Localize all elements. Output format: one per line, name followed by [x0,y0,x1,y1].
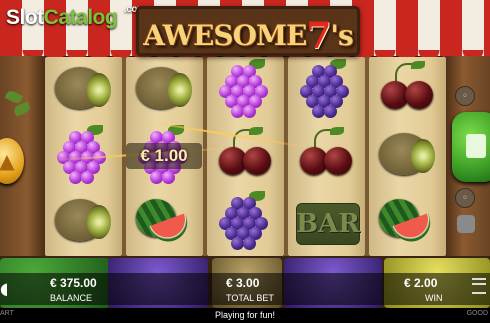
bar-symbol-label: BAR [296,203,360,245]
stop-icon[interactable] [457,215,475,233]
sound-icon[interactable]: ◖ [0,279,8,298]
win-value: € 2.00 [404,276,438,290]
balance-value: € 375.00 [50,276,97,290]
game-screen: ▲ ◦ ◦ BAR € 1.00 SlotCatalog .com AWESOME… [0,0,490,323]
status-message: Playing for fun! [214,310,276,320]
status-right-text: GOOD [466,310,488,317]
watermelon-symbol [134,193,194,249]
menu-icon[interactable] [472,278,486,294]
kiwi-symbol [53,61,113,117]
bar-symbol: BAR [296,193,360,249]
balance-label: BALANCE [50,293,93,303]
purple-grapes-symbol [215,59,275,118]
turbo-icon[interactable]: ◦ [455,188,475,208]
win-amount-label: € 1.00 [126,143,202,169]
dark-grapes-symbol [296,59,356,118]
total-bet-value[interactable]: € 3.00 [226,276,259,290]
game-title-board: AWESOME7's [136,6,360,57]
autoplay-icon[interactable]: ◦ [455,86,475,106]
total-bet-label: TOTAL BET [226,293,274,303]
watermark-logo: SlotCatalog .com [6,4,146,29]
kiwi-symbol [134,61,194,117]
kiwi-symbol [53,193,113,249]
kiwi-symbol [377,127,437,183]
watermelon-symbol [377,193,437,249]
dark-grapes-symbol [215,191,275,250]
cherries-symbol [377,61,437,117]
game-title: AWESOME7's [143,15,354,57]
win-label: WIN [425,293,443,303]
cherries-symbol [296,127,356,183]
spin-button[interactable] [452,112,490,182]
